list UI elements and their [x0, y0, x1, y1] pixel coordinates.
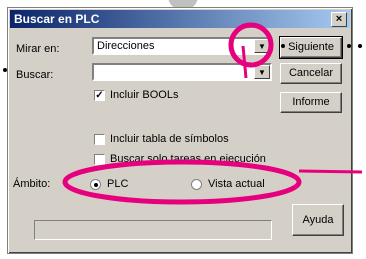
progress-bar — [34, 220, 272, 240]
radio-selected-dot — [94, 183, 98, 187]
radio-vista-actual[interactable] — [191, 179, 202, 190]
buscar-tareas-checkbox[interactable] — [94, 154, 105, 165]
incluir-tabla-checkbox[interactable] — [94, 134, 105, 145]
buscar-dropdown-arrow-icon[interactable]: ▼ — [254, 65, 270, 79]
search-dialog: Buscar en PLC × Mirar en: Direcciones ▼ … — [7, 7, 353, 254]
buscar-tareas-label: Buscar solo tareas en ejecución — [110, 153, 266, 165]
ayuda-button[interactable]: Ayuda — [292, 204, 344, 236]
mirar-en-dropdown[interactable]: Direcciones ▼ — [92, 37, 272, 55]
radio-vista-label: Vista actual — [208, 178, 265, 190]
dialog-title: Buscar en PLC — [14, 12, 100, 26]
buscar-input[interactable]: ▼ — [92, 63, 272, 81]
title-bar: Buscar en PLC × — [10, 10, 350, 28]
marker-dot-right — [358, 44, 362, 48]
radio-plc-label: PLC — [107, 178, 129, 190]
informe-button[interactable]: Informe — [280, 92, 342, 113]
close-button[interactable]: × — [331, 12, 347, 27]
ambito-label: Ámbito: — [13, 178, 51, 190]
buscar-label: Buscar: — [16, 69, 54, 81]
dropdown-arrow-icon[interactable]: ▼ — [254, 39, 270, 53]
mirar-en-value: Direcciones — [97, 40, 155, 52]
mirar-en-label: Mirar en: — [16, 43, 60, 55]
incluir-tabla-label: Incluir tabla de símbolos — [110, 133, 229, 145]
radio-plc[interactable] — [90, 179, 101, 190]
cancelar-button[interactable]: Cancelar — [280, 63, 342, 84]
incluir-bools-label: Incluir BOOLs — [110, 89, 179, 101]
siguiente-button[interactable]: Siguiente — [279, 36, 343, 59]
incluir-bools-checkbox[interactable]: ✓ — [94, 90, 105, 101]
